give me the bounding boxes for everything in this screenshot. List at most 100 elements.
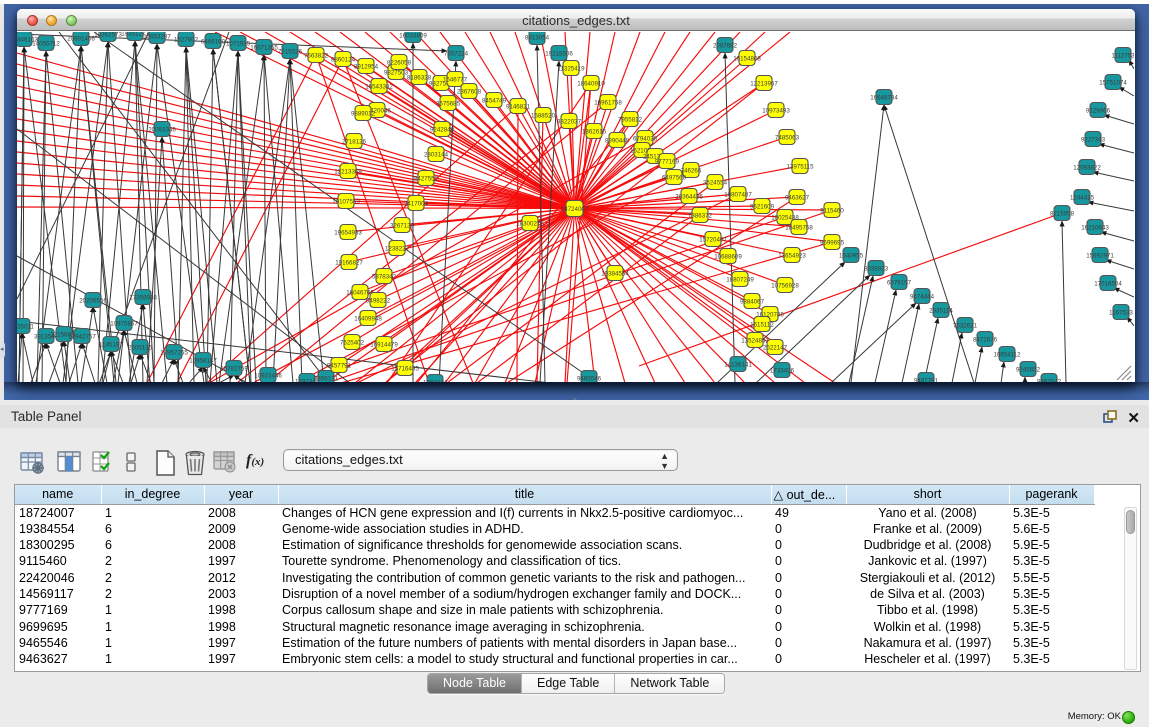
svg-text:5878342: 5878342	[372, 273, 397, 280]
svg-text:9129966: 9129966	[1086, 107, 1111, 114]
svg-text:20691406: 20691406	[67, 35, 95, 42]
svg-text:18640910: 18640910	[577, 80, 605, 87]
svg-text:15751074: 15751074	[1099, 79, 1127, 86]
svg-text:10107553: 10107553	[332, 198, 360, 205]
svg-text:2367608: 2367608	[457, 88, 482, 95]
svg-text:8471676: 8471676	[973, 336, 998, 343]
svg-text:6497568: 6497568	[662, 174, 687, 181]
svg-text:16409948: 16409948	[354, 315, 382, 322]
svg-text:15716485: 15716485	[391, 365, 419, 372]
svg-text:1112753: 1112753	[1111, 52, 1134, 59]
svg-text:8186328: 8186328	[407, 74, 432, 81]
svg-text:20206556: 20206556	[79, 297, 107, 304]
svg-text:7663822: 7663822	[304, 52, 329, 59]
svg-text:9227343: 9227343	[1081, 136, 1106, 143]
svg-text:7625402: 7625402	[340, 339, 365, 346]
svg-text:1546777: 1546777	[443, 76, 468, 83]
svg-text:19654933: 19654933	[334, 229, 362, 236]
svg-text:7386372: 7386372	[688, 212, 713, 219]
svg-text:9435011: 9435011	[17, 323, 34, 330]
svg-text:1071915: 1071915	[226, 40, 251, 47]
svg-text:9356121: 9356121	[314, 375, 339, 382]
svg-text:7632621: 7632621	[953, 322, 978, 329]
svg-text:10975867: 10975867	[110, 320, 138, 327]
svg-text:2087682: 2087682	[713, 42, 738, 49]
svg-text:9497791: 9497791	[914, 377, 939, 382]
svg-text:9465546: 9465546	[577, 375, 602, 382]
svg-text:10756928: 10756928	[771, 282, 799, 289]
svg-text:1238227: 1238227	[385, 245, 410, 252]
svg-text:17359938: 17359938	[129, 294, 157, 301]
svg-text:10923446: 10923446	[254, 372, 282, 379]
svg-text:746266: 746266	[681, 167, 702, 174]
svg-text:16543382: 16543382	[365, 83, 393, 90]
svg-text:8860124: 8860124	[331, 56, 356, 63]
svg-text:8427552: 8427552	[414, 175, 439, 182]
svg-text:15720407: 15720407	[699, 236, 727, 243]
svg-text:3417004: 3417004	[404, 200, 429, 207]
svg-text:17957255: 17957255	[160, 349, 188, 356]
svg-text:19218506: 19218506	[545, 50, 573, 57]
svg-text:20053346: 20053346	[148, 126, 176, 133]
svg-text:1588520: 1588520	[531, 112, 556, 119]
svg-text:16154808: 16154808	[733, 55, 761, 62]
svg-text:16782759: 16782759	[220, 365, 248, 372]
svg-text:14136141: 14136141	[724, 361, 752, 368]
svg-text:8454749: 8454749	[482, 97, 507, 104]
svg-text:14055712: 14055712	[32, 40, 60, 47]
svg-text:16671355: 16671355	[250, 44, 278, 51]
svg-text:1244415: 1244415	[1070, 194, 1095, 201]
svg-text:3267130: 3267130	[390, 222, 415, 229]
svg-text:8990448: 8990448	[605, 137, 630, 144]
svg-text:16033809: 16033809	[399, 32, 427, 39]
svg-text:8813054: 8813054	[525, 34, 550, 41]
svg-text:8322037: 8322037	[557, 118, 582, 125]
svg-text:3675685: 3675685	[436, 100, 461, 107]
svg-text:1092344: 1092344	[423, 379, 448, 382]
svg-text:16210643: 16210643	[1081, 224, 1109, 231]
svg-text:9884067: 9884067	[740, 298, 765, 305]
svg-text:9242848: 9242848	[430, 126, 455, 133]
svg-text:1167533: 1167533	[1109, 309, 1133, 316]
svg-text:2803144: 2803144	[424, 151, 449, 158]
svg-text:18262573: 18262573	[94, 32, 122, 38]
svg-text:9699695: 9699695	[820, 239, 845, 246]
svg-text:2522147: 2522147	[763, 344, 788, 351]
svg-text:16914479: 16914479	[370, 341, 398, 348]
svg-text:19384554: 19384554	[601, 270, 629, 277]
svg-text:1145197: 1145197	[99, 341, 123, 348]
svg-text:18300275: 18300275	[516, 220, 544, 227]
svg-text:9889012: 9889012	[351, 110, 376, 117]
svg-text:9115460: 9115460	[820, 207, 844, 214]
svg-text:9146821: 9146821	[506, 103, 531, 110]
svg-text:2505135: 2505135	[128, 344, 153, 351]
svg-text:10973493: 10973493	[762, 107, 790, 114]
svg-text:2935114: 2935114	[929, 307, 953, 314]
svg-text:6679197: 6679197	[887, 279, 912, 286]
svg-text:1362615: 1362615	[582, 128, 607, 135]
svg-text:18495758: 18495758	[785, 224, 813, 231]
svg-text:9463627: 9463627	[785, 194, 810, 201]
svg-text:16648784: 16648784	[870, 94, 898, 101]
svg-text:17016504: 17016504	[1094, 280, 1122, 287]
svg-text:1733426: 1733426	[770, 367, 795, 374]
svg-text:8226058: 8226058	[387, 59, 412, 66]
svg-text:6794028: 6794028	[633, 135, 658, 142]
svg-text:12213967: 12213967	[750, 80, 778, 87]
svg-text:9777169: 9777169	[655, 158, 680, 165]
svg-text:10688609: 10688609	[714, 253, 742, 260]
svg-text:7485063: 7485063	[775, 134, 800, 141]
svg-text:8938923: 8938923	[864, 265, 889, 272]
svg-text:9474444: 9474444	[910, 293, 935, 300]
svg-text:9827503: 9827503	[384, 69, 409, 76]
svg-text:13654923: 13654923	[778, 252, 806, 259]
svg-text:1640955: 1640955	[839, 252, 864, 259]
svg-text:18724007: 18724007	[561, 206, 589, 213]
svg-text:19166827: 19166827	[335, 259, 363, 266]
svg-text:7955812: 7955812	[618, 116, 643, 123]
svg-text:7357224: 7357224	[444, 50, 469, 57]
svg-text:9362542: 9362542	[1037, 378, 1062, 382]
svg-text:10958147: 10958147	[189, 357, 217, 364]
svg-text:10653287: 10653287	[143, 33, 171, 40]
svg-text:9457791: 9457791	[327, 362, 352, 369]
